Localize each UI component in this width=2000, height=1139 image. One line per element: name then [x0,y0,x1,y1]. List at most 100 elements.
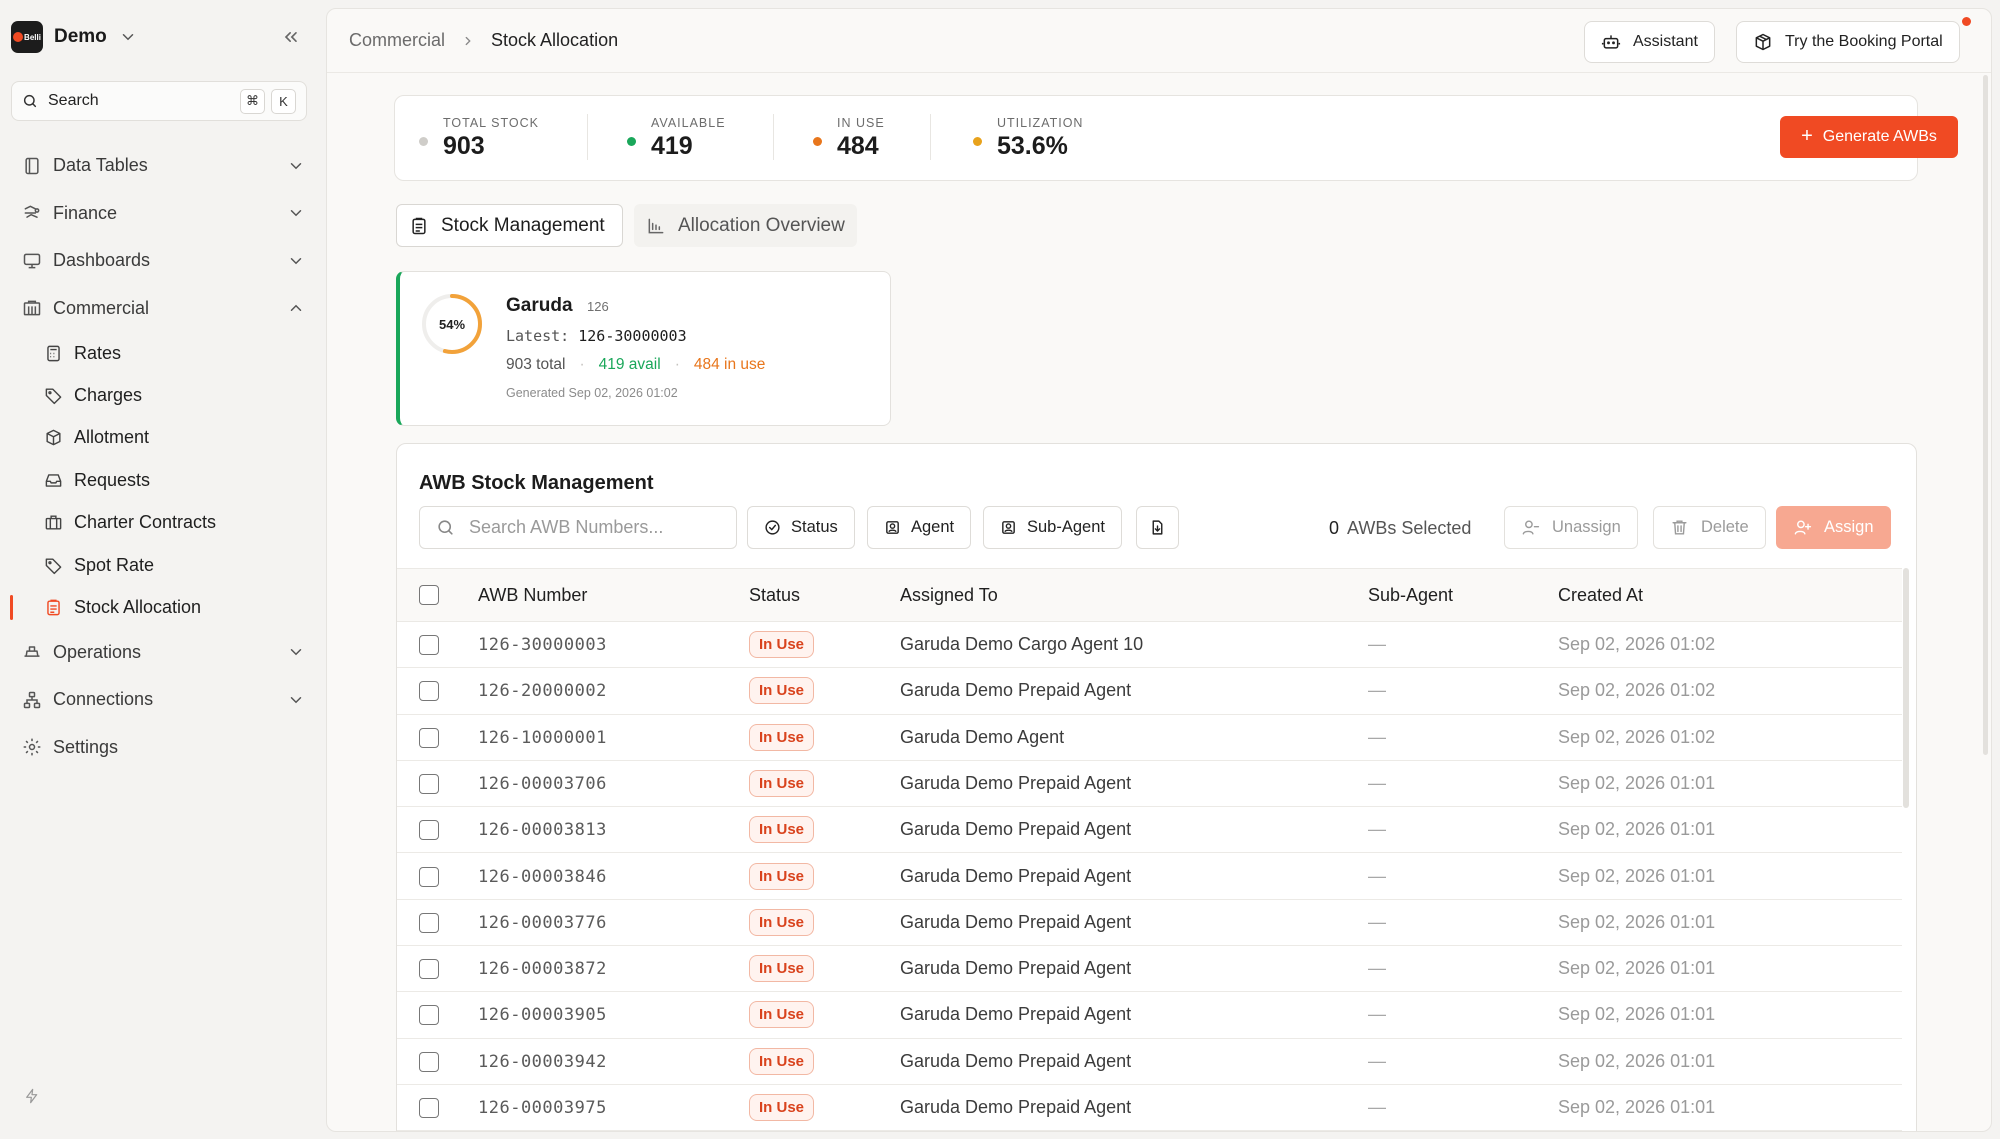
table-row[interactable]: 126-00003905 In Use Garuda Demo Prepaid Ag… [397,992,1902,1039]
sidebar-item-rates[interactable]: Rates [0,332,326,374]
sidebar-item-label: Connections [53,689,154,710]
tab-allocation-overview[interactable]: Allocation Overview [634,204,857,247]
row-checkbox[interactable] [419,912,439,933]
row-checkbox[interactable] [419,959,439,980]
row-checkbox[interactable] [419,773,439,794]
sidebar-item-commercial[interactable]: Commercial [0,285,326,333]
table-row[interactable]: 126-00003846 In Use Garuda Demo Prepaid Ag… [397,854,1902,900]
sidebar-item-dashboards[interactable]: Dashboards [0,237,326,285]
status-filter-button[interactable]: Status [747,506,855,549]
select-all-checkbox[interactable] [419,585,439,605]
sidebar-item-operations[interactable]: Operations [0,629,326,677]
column-header-assigned-to[interactable]: Assigned To [900,585,998,606]
awb-search-input[interactable] [469,517,719,538]
row-checkbox[interactable] [419,681,439,702]
table-row[interactable]: 126-00003776 In Use Garuda Demo Prepaid Ag… [397,900,1902,947]
awb-search[interactable] [419,506,737,549]
sidebar-item-charter-contracts[interactable]: Charter Contracts [0,502,326,544]
sidebar-item-allotment[interactable]: Allotment [0,417,326,459]
breadcrumb-commercial[interactable]: Commercial [349,30,445,51]
airline-stock-card[interactable]: 54% Garuda 126 Latest: 126-30000003 903 … [396,271,891,426]
sidebar-item-charges[interactable]: Charges [0,374,326,416]
generate-awbs-button[interactable]: + Generate AWBs [1780,116,1958,158]
sidebar-item-label: Allotment [74,427,150,448]
created-at: Sep 02, 2026 01:01 [1558,772,1716,793]
table-row[interactable]: 126-30000003 In Use Garuda Demo Cargo Agen… [397,622,1902,669]
user-square-icon [886,521,899,534]
stat-value: 419 [651,132,693,160]
sub-agent-value: — [1368,726,1386,747]
sidebar-item-label: Charter Contracts [74,512,217,533]
sidebar-item-stock-allocation[interactable]: Stock Allocation [0,586,326,628]
box-icon [46,430,61,446]
divider [773,114,774,160]
delete-button[interactable]: Delete [1653,506,1766,549]
assign-button[interactable]: Assign [1776,506,1891,549]
table-scrollbar[interactable] [1903,568,1909,808]
table-row[interactable]: 126-10000001 In Use Garuda Demo Agent — Sep … [397,715,1902,761]
action-label: Unassign [1552,518,1621,536]
sidebar-item-finance[interactable]: Finance [0,190,326,238]
sidebar-item-settings[interactable]: Settings [0,724,326,772]
status-badge: In Use [749,955,815,983]
column-header-status[interactable]: Status [749,585,800,606]
sidebar-item-connections[interactable]: Connections [0,676,326,724]
column-header-awb[interactable]: AWB Number [478,585,587,606]
tab-label: Stock Management [441,214,605,236]
row-checkbox[interactable] [419,635,439,655]
awb-number: 126-10000001 [478,727,607,748]
network-icon [23,691,41,709]
workspace-switcher[interactable]: Belli Demo [11,20,137,54]
table-row[interactable]: 126-00003942 In Use Garuda Demo Prepaid Ag… [397,1039,1902,1085]
tab-stock-management[interactable]: Stock Management [396,204,623,247]
created-at: Sep 02, 2026 01:02 [1558,680,1716,701]
assigned-agent: Garuda Demo Prepaid Agent [900,958,1132,979]
lightning-icon[interactable] [24,1088,40,1104]
tab-label: Allocation Overview [678,214,845,236]
status-dot [627,137,636,146]
chevron-down-icon [122,34,134,41]
row-checkbox[interactable] [419,1098,439,1118]
agent-filter-button[interactable]: Agent [867,506,972,549]
breadcrumb: Commercial Stock Allocation [349,30,618,51]
row-checkbox[interactable] [419,866,439,887]
sidebar-item-requests[interactable]: Requests [0,459,326,501]
stat-value: 903 [443,132,485,160]
table-row[interactable]: 126-20000002 In Use Garuda Demo Prepaid Ag… [397,668,1902,715]
row-checkbox[interactable] [419,1051,439,1072]
status-badge: In Use [749,1001,815,1029]
row-checkbox[interactable] [419,727,439,748]
chevron-down-icon [290,257,302,265]
page-scrollbar[interactable] [1983,75,1988,755]
sub-agent-value: — [1368,865,1386,886]
row-checkbox[interactable] [419,820,439,841]
sidebar-item-label: Requests [74,469,151,490]
sub-agent-filter-button[interactable]: Sub-Agent [983,506,1122,549]
collapse-sidebar-icon[interactable] [281,27,301,47]
column-header-created-at[interactable]: Created At [1558,585,1643,606]
unassign-button[interactable]: Unassign [1504,506,1638,549]
sub-agent-value: — [1368,680,1386,701]
table-row[interactable]: 126-00003706 In Use Garuda Demo Prepaid Ag… [397,761,1902,808]
assistant-button[interactable]: Assistant [1584,21,1715,63]
sidebar-search[interactable]: Search ⌘ K [11,81,307,121]
assigned-agent: Garuda Demo Prepaid Agent [900,1097,1132,1117]
booking-portal-button[interactable]: Try the Booking Portal [1736,21,1960,63]
table-row[interactable]: 126-00003813 In Use Garuda Demo Prepaid Ag… [397,807,1902,854]
sidebar-item-label: Settings [53,736,119,757]
table-row[interactable]: 126-00003975 In Use Garuda Demo Prepaid Ag… [397,1085,1902,1131]
column-header-sub-agent[interactable]: Sub-Agent [1368,585,1453,606]
sidebar-item-spot-rate[interactable]: Spot Rate [0,544,326,586]
created-at: Sep 02, 2026 01:01 [1558,1097,1716,1117]
clipboard-list-icon [47,599,60,616]
booking-portal-label: Try the Booking Portal [1785,33,1943,50]
table-row[interactable]: 126-00003872 In Use Garuda Demo Prepaid Ag… [397,946,1902,993]
selection-count: 0 AWBs Selected [1329,518,1472,538]
bar-chart-icon [648,218,664,233]
export-button[interactable] [1136,506,1179,549]
filter-label: Status [791,518,838,536]
sidebar-item-data-tables[interactable]: Data Tables [0,142,326,190]
row-checkbox[interactable] [419,1005,439,1026]
generate-label: Generate AWBs [1822,128,1937,145]
briefcase-icon [45,515,62,530]
